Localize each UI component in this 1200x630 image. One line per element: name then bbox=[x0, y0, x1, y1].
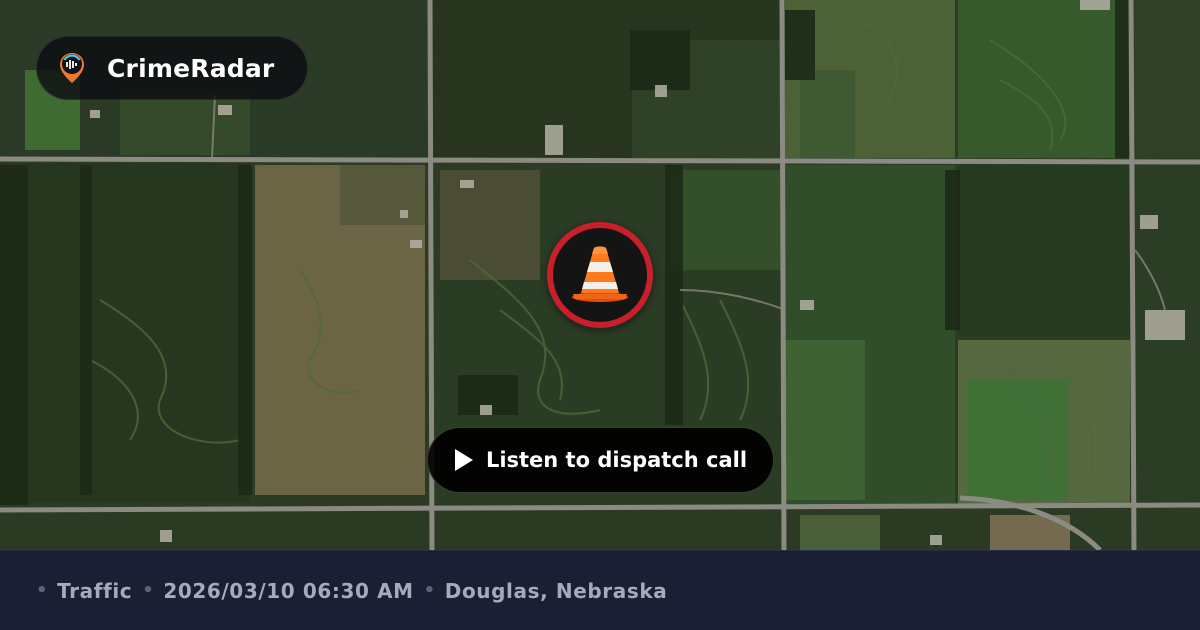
incident-location: Douglas, Nebraska bbox=[444, 578, 668, 603]
separator-dot: • bbox=[142, 580, 155, 601]
incident-meta-bar: • Traffic • 2026/03/10 06:30 AM • Dougla… bbox=[0, 550, 1200, 630]
incident-marker-inner bbox=[553, 228, 647, 322]
incident-datetime: 2026/03/10 06:30 AM bbox=[163, 578, 414, 603]
separator-dot: • bbox=[423, 580, 436, 601]
brand-name: CrimeRadar bbox=[107, 53, 275, 83]
listen-button-label: Listen to dispatch call bbox=[485, 448, 748, 472]
play-icon bbox=[454, 448, 474, 472]
traffic-cone-icon bbox=[572, 246, 628, 302]
separator-dot: • bbox=[36, 580, 49, 601]
incident-category: Traffic bbox=[57, 578, 133, 603]
brand-badge[interactable]: CrimeRadar bbox=[36, 36, 308, 100]
incident-marker[interactable] bbox=[547, 222, 653, 328]
radar-pin-icon bbox=[55, 51, 89, 85]
listen-dispatch-button[interactable]: Listen to dispatch call bbox=[427, 427, 774, 493]
